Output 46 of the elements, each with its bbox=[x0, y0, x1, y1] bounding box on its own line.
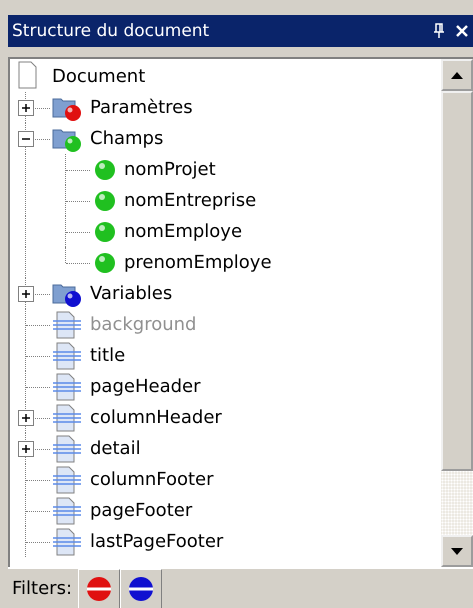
ball-icon bbox=[94, 252, 116, 274]
tree-item[interactable]: nomEmploye bbox=[124, 221, 242, 242]
scrollbar[interactable] bbox=[441, 59, 473, 567]
band-page-icon bbox=[52, 372, 82, 400]
down-arrow-icon[interactable] bbox=[451, 548, 463, 554]
filter-button[interactable] bbox=[78, 569, 120, 608]
expand-toggle[interactable] bbox=[18, 100, 34, 116]
up-arrow-icon[interactable] bbox=[451, 72, 463, 78]
tree-item[interactable]: Variables bbox=[90, 283, 172, 304]
tree-item[interactable]: Champs bbox=[90, 128, 164, 149]
band-page-icon bbox=[52, 404, 82, 432]
plus-icon bbox=[20, 412, 32, 424]
band-page-icon bbox=[52, 528, 82, 556]
ball-icon bbox=[94, 190, 116, 212]
band-page-icon bbox=[52, 496, 82, 524]
band-page-icon bbox=[52, 434, 82, 462]
expand-toggle[interactable] bbox=[18, 441, 34, 457]
ball-icon bbox=[94, 158, 116, 180]
plus-icon bbox=[20, 102, 32, 114]
tree-item[interactable]: Paramètres bbox=[90, 97, 193, 118]
expand-toggle[interactable] bbox=[18, 410, 34, 426]
panel-title: Structure du document bbox=[12, 21, 210, 41]
tree-item[interactable]: prenomEmploye bbox=[124, 252, 272, 273]
band-page-icon bbox=[52, 310, 82, 338]
filter-button[interactable] bbox=[120, 569, 162, 608]
band-page-icon bbox=[52, 342, 82, 370]
expand-toggle[interactable] bbox=[18, 286, 34, 302]
close-icon[interactable] bbox=[455, 24, 469, 38]
tree-item[interactable]: detail bbox=[90, 438, 141, 459]
collapse-toggle[interactable] bbox=[18, 131, 34, 147]
tree-item[interactable]: columnFooter bbox=[90, 469, 214, 490]
filters-label: Filters: bbox=[11, 578, 74, 599]
band-page-icon bbox=[52, 466, 82, 494]
tree-item[interactable]: Document bbox=[52, 66, 146, 87]
pin-icon[interactable] bbox=[433, 23, 445, 39]
tree-item[interactable]: nomEntreprise bbox=[124, 190, 256, 211]
tree-item[interactable]: columnHeader bbox=[90, 407, 222, 428]
plus-icon bbox=[20, 443, 32, 455]
tree-item[interactable]: nomProjet bbox=[124, 159, 216, 180]
tree-item[interactable]: title bbox=[90, 345, 126, 366]
plus-icon bbox=[20, 288, 32, 300]
tree-item[interactable]: pageFooter bbox=[90, 500, 192, 521]
tree-item[interactable]: lastPageFooter bbox=[90, 531, 224, 552]
scrollbar-thumb[interactable] bbox=[441, 91, 473, 471]
tree-item[interactable]: pageHeader bbox=[90, 376, 200, 397]
ball-icon bbox=[94, 220, 116, 242]
